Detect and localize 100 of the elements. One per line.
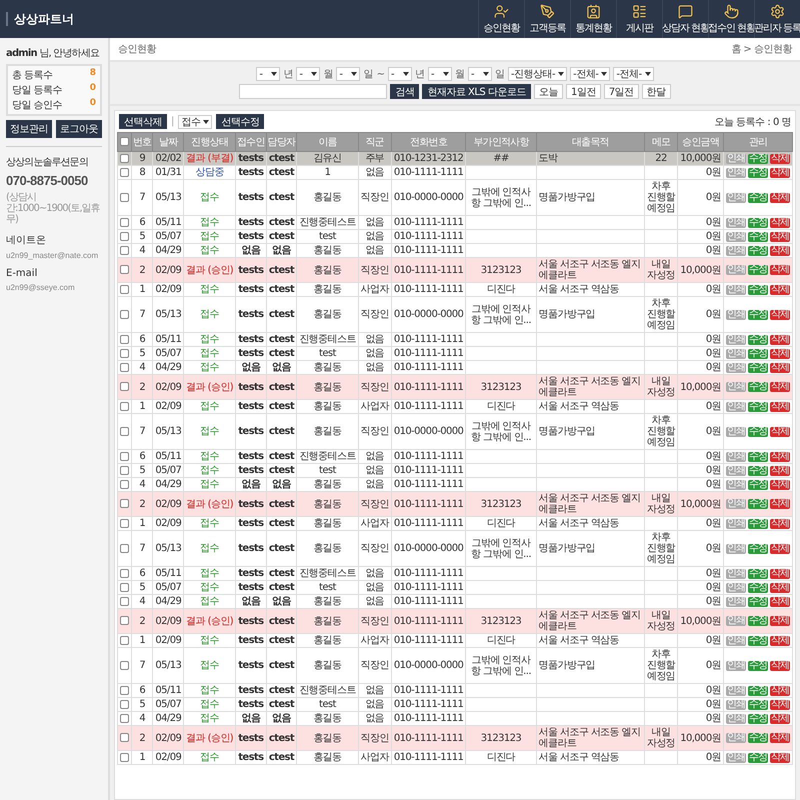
row-action-button[interactable]: 삭제 bbox=[770, 714, 790, 724]
row-action-button[interactable]: 삭제 bbox=[770, 582, 790, 592]
row-action-button[interactable]: 인쇄 bbox=[726, 265, 746, 275]
row-checkbox[interactable] bbox=[120, 334, 129, 344]
row-action-button[interactable]: 삭제 bbox=[770, 518, 790, 528]
row-action-button[interactable]: 인쇄 bbox=[726, 168, 746, 178]
row-action-button[interactable]: 삭제 bbox=[770, 348, 790, 358]
row-checkbox[interactable] bbox=[120, 168, 129, 177]
row-action-button[interactable]: 수정 bbox=[748, 568, 768, 578]
row-action-button[interactable]: 인쇄 bbox=[726, 232, 746, 242]
row-action-button[interactable]: 수정 bbox=[748, 452, 768, 462]
row-action-button[interactable]: 인쇄 bbox=[726, 700, 746, 710]
filter-button[interactable]: 검색 bbox=[390, 84, 420, 99]
row-action-button[interactable]: 삭제 bbox=[770, 660, 790, 670]
row-action-button[interactable]: 인쇄 bbox=[726, 733, 746, 743]
row-action-button[interactable]: 수정 bbox=[748, 466, 768, 476]
row-action-button[interactable]: 수정 bbox=[748, 402, 768, 412]
row-action-button[interactable]: 삭제 bbox=[770, 568, 790, 578]
row-action-button[interactable]: 삭제 bbox=[770, 700, 790, 710]
row-checkbox[interactable] bbox=[120, 568, 129, 578]
row-action-button[interactable]: 인쇄 bbox=[726, 192, 746, 202]
row-action-button[interactable]: 삭제 bbox=[770, 402, 790, 412]
row-action-button[interactable]: 인쇄 bbox=[726, 402, 746, 412]
row-checkbox[interactable] bbox=[120, 246, 129, 255]
row-action-button[interactable]: 수정 bbox=[748, 310, 768, 320]
filter-select[interactable]: - bbox=[256, 67, 280, 81]
row-checkbox[interactable] bbox=[120, 348, 129, 358]
filter-button[interactable]: 오늘 bbox=[534, 84, 563, 99]
row-action-button[interactable]: 수정 bbox=[748, 700, 768, 710]
row-action-button[interactable]: 수정 bbox=[748, 686, 768, 696]
row-action-button[interactable]: 수정 bbox=[748, 582, 768, 592]
row-action-button[interactable]: 수정 bbox=[748, 154, 768, 164]
row-action-button[interactable]: 수정 bbox=[748, 660, 768, 670]
row-checkbox[interactable] bbox=[120, 192, 129, 202]
row-action-button[interactable]: 인쇄 bbox=[726, 616, 746, 626]
search-field[interactable] bbox=[239, 84, 388, 99]
select-all-checkbox[interactable] bbox=[120, 137, 129, 146]
filter-select[interactable]: -진행상태- bbox=[508, 67, 568, 81]
row-action-button[interactable]: 삭제 bbox=[770, 426, 790, 436]
row-checkbox[interactable] bbox=[120, 660, 129, 670]
row-action-button[interactable]: 수정 bbox=[748, 246, 768, 256]
row-action-button[interactable]: 삭제 bbox=[770, 480, 790, 490]
row-action-button[interactable]: 수정 bbox=[748, 334, 768, 344]
row-action-button[interactable]: 삭제 bbox=[770, 382, 790, 392]
row-checkbox[interactable] bbox=[120, 284, 129, 294]
row-action-button[interactable]: 수정 bbox=[748, 218, 768, 228]
filter-select[interactable]: - bbox=[468, 67, 492, 81]
row-action-button[interactable]: 수정 bbox=[748, 480, 768, 490]
row-action-button[interactable]: 삭제 bbox=[770, 466, 790, 476]
row-action-button[interactable]: 인쇄 bbox=[726, 480, 746, 490]
row-checkbox[interactable] bbox=[120, 686, 129, 695]
row-checkbox[interactable] bbox=[120, 452, 129, 461]
filter-select[interactable]: -전체- bbox=[570, 67, 610, 81]
row-action-button[interactable]: 인쇄 bbox=[726, 660, 746, 670]
row-action-button[interactable]: 수정 bbox=[748, 499, 768, 509]
row-action-button[interactable]: 인쇄 bbox=[726, 348, 746, 358]
row-action-button[interactable]: 수정 bbox=[748, 232, 768, 242]
row-action-button[interactable]: 수정 bbox=[748, 733, 768, 743]
row-action-button[interactable]: 삭제 bbox=[770, 362, 790, 372]
row-action-button[interactable]: 인쇄 bbox=[726, 362, 746, 372]
row-checkbox[interactable] bbox=[120, 518, 129, 528]
filter-button[interactable]: 7일전 bbox=[604, 84, 639, 99]
sidebar-button[interactable]: 로그아웃 bbox=[56, 120, 102, 138]
row-action-button[interactable]: 인쇄 bbox=[726, 636, 746, 646]
row-action-button[interactable]: 인쇄 bbox=[726, 568, 746, 578]
row-checkbox[interactable] bbox=[120, 544, 129, 553]
filter-button[interactable]: 현재자료 XLS 다운로드 bbox=[422, 84, 531, 99]
row-checkbox[interactable] bbox=[120, 265, 129, 274]
filter-select[interactable]: - bbox=[428, 67, 452, 81]
row-checkbox[interactable] bbox=[120, 636, 129, 645]
row-action-button[interactable]: 삭제 bbox=[770, 452, 790, 462]
row-action-button[interactable]: 인쇄 bbox=[726, 499, 746, 509]
row-action-button[interactable]: 수정 bbox=[748, 636, 768, 646]
row-checkbox[interactable] bbox=[120, 733, 129, 742]
row-action-button[interactable]: 삭제 bbox=[770, 310, 790, 320]
row-action-button[interactable]: 삭제 bbox=[770, 192, 790, 202]
row-action-button[interactable]: 인쇄 bbox=[726, 544, 746, 554]
row-action-button[interactable]: 수정 bbox=[748, 168, 768, 178]
filter-select[interactable]: - bbox=[388, 67, 412, 81]
row-action-button[interactable]: 삭제 bbox=[770, 596, 790, 606]
filter-button[interactable]: 한달 bbox=[642, 84, 671, 99]
row-checkbox[interactable] bbox=[120, 582, 129, 592]
row-action-button[interactable]: 인쇄 bbox=[726, 596, 746, 606]
row-checkbox[interactable] bbox=[120, 382, 129, 392]
row-action-button[interactable]: 인쇄 bbox=[726, 752, 746, 762]
row-action-button[interactable]: 수정 bbox=[748, 284, 768, 294]
row-action-button[interactable]: 삭제 bbox=[770, 616, 790, 626]
row-checkbox[interactable] bbox=[120, 714, 129, 723]
row-action-button[interactable]: 수정 bbox=[748, 616, 768, 626]
row-action-button[interactable]: 수정 bbox=[748, 348, 768, 358]
sidebar-button[interactable]: 정보관리 bbox=[6, 120, 52, 138]
apply-selected-button[interactable]: 선택수정 bbox=[216, 114, 264, 129]
row-action-button[interactable]: 인쇄 bbox=[726, 518, 746, 528]
row-action-button[interactable]: 수정 bbox=[748, 265, 768, 275]
filter-button[interactable]: 1일전 bbox=[566, 84, 601, 99]
row-action-button[interactable]: 인쇄 bbox=[726, 310, 746, 320]
row-action-button[interactable]: 삭제 bbox=[770, 284, 790, 294]
row-action-button[interactable]: 삭제 bbox=[770, 218, 790, 228]
row-action-button[interactable]: 삭제 bbox=[770, 334, 790, 344]
row-checkbox[interactable] bbox=[120, 752, 129, 762]
